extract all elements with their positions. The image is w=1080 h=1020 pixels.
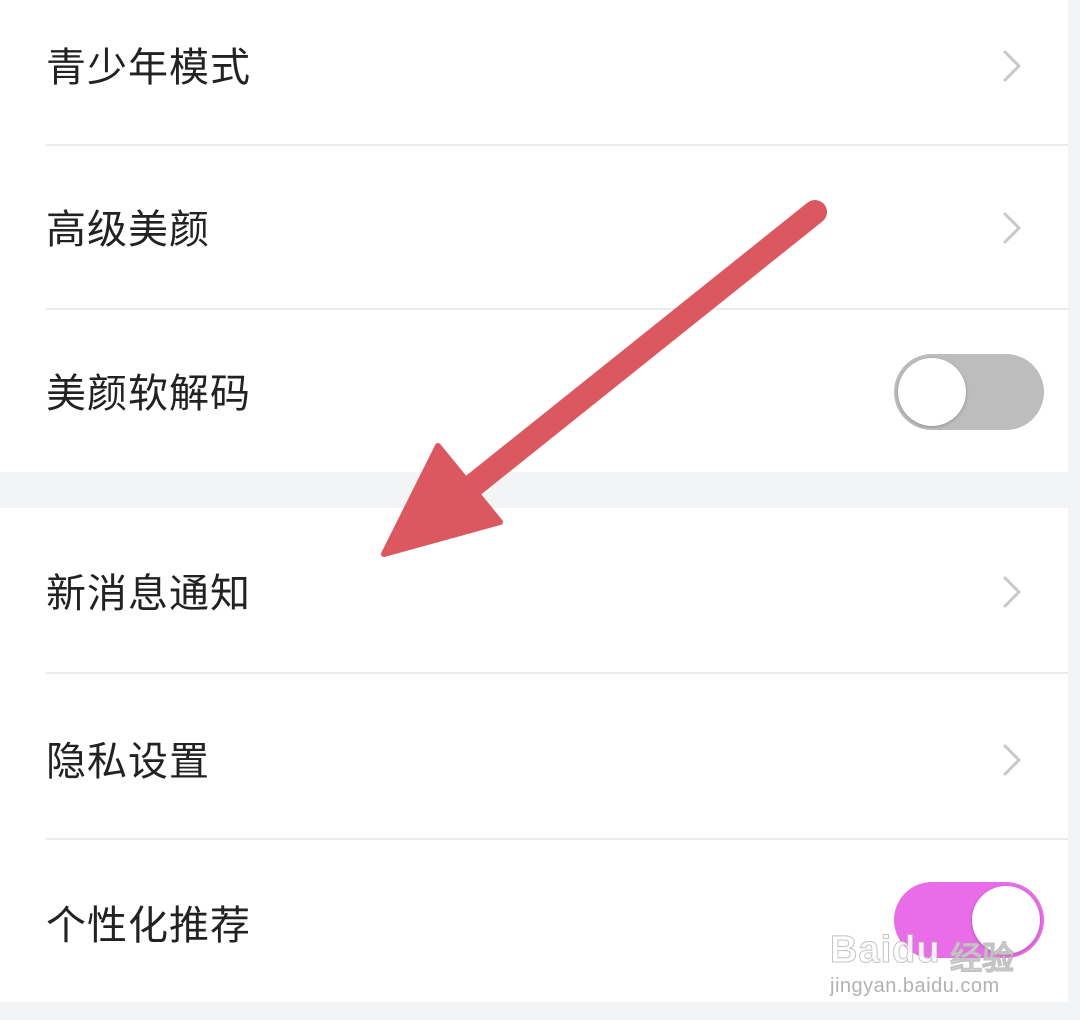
watermark-brand: Baidu [830, 929, 941, 972]
settings-row-label: 美颜软解码 [46, 371, 251, 417]
settings-row-beauty-soft-decode: 美颜软解码 [0, 310, 1068, 472]
watermark-url: jingyan.baidu.com [830, 975, 1000, 997]
beauty-soft-decode-toggle[interactable] [894, 354, 1044, 430]
settings-row-privacy[interactable]: 隐私设置 [0, 674, 1068, 840]
settings-row-teen-mode[interactable]: 青少年模式 [0, 0, 1068, 146]
settings-row-new-message-notification[interactable]: 新消息通知 [0, 508, 1068, 674]
right-edge [1068, 0, 1080, 1020]
settings-row-label: 高级美颜 [46, 207, 210, 253]
section-gap [0, 472, 1068, 508]
chevron-right-icon [1003, 212, 1021, 244]
toggle-knob [898, 358, 966, 426]
settings-row-label: 新消息通知 [46, 571, 251, 617]
chevron-right-icon [1003, 50, 1021, 82]
settings-row-label: 个性化推荐 [46, 903, 251, 949]
settings-row-label: 青少年模式 [46, 45, 251, 91]
watermark-cn: 经验 [949, 939, 1015, 978]
chevron-right-icon [1003, 744, 1021, 776]
settings-screen: 青少年模式 高级美颜 美颜软解码 新消息通知 隐私设置 个性化推荐 Baidu … [0, 0, 1080, 1020]
chevron-right-icon [1003, 576, 1021, 608]
settings-row-label: 隐私设置 [46, 739, 210, 785]
baidu-jingyan-watermark: Baidu 经验 jingyan.baidu.com [828, 925, 1048, 1005]
settings-row-advanced-beauty[interactable]: 高级美颜 [0, 146, 1068, 310]
